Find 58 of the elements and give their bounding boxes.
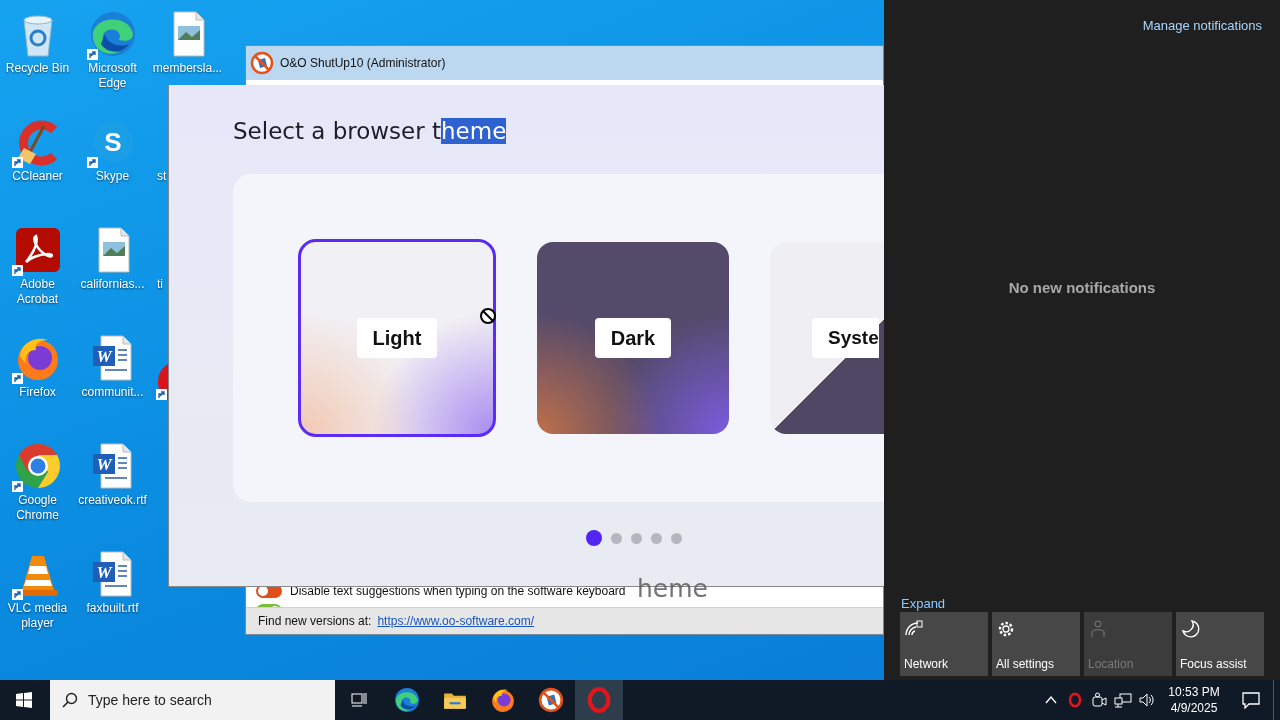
shutup-logo-icon (538, 687, 564, 713)
theme-label: Light (356, 318, 438, 358)
icon-label[interactable]: creativeok.rtf (76, 493, 149, 508)
heading: Select a browser theme (232, 117, 508, 146)
empty-message: No new notifications (1007, 279, 1157, 296)
theme-option[interactable]: Dark (537, 242, 729, 434)
clock[interactable]: 10:53 PM 4/9/2025 (1159, 680, 1229, 720)
icon-label[interactable]: CCleaner (1, 169, 74, 184)
network-icon (1114, 692, 1132, 708)
acrobat-icon (13, 226, 62, 274)
icon-label[interactable]: communit... (76, 385, 149, 400)
shutup-logo-icon (250, 51, 274, 75)
swirl-logo-icon (394, 687, 420, 713)
icon-label[interactable]: Microsoft Edge (76, 61, 149, 91)
speech-bubble-icon (1241, 691, 1261, 709)
theme-label: Dark (594, 318, 672, 358)
manage-notifications-link[interactable]: Manage notifications (1142, 18, 1262, 33)
page-dot[interactable] (586, 530, 602, 546)
quick-action-tile[interactable]: All settings (992, 612, 1080, 676)
settings-icon (996, 619, 1016, 639)
icon-label[interactable]: st (150, 169, 167, 184)
icon-label[interactable]: Firefox (1, 385, 74, 400)
windows-logo-icon (16, 692, 32, 708)
icon-label[interactable]: Skype (76, 169, 149, 184)
theme-option[interactable]: Light (298, 239, 496, 437)
theme-label: Syste (812, 318, 879, 358)
icon-label[interactable]: californias... (76, 277, 149, 292)
icon-label[interactable]: membersla... (151, 61, 224, 76)
volume-icon (1138, 692, 1156, 708)
search-icon (62, 692, 78, 708)
page-dot[interactable] (611, 532, 622, 544)
icon-label[interactable]: faxbuilt.rtf (76, 601, 149, 616)
icon-label[interactable]: VLC media player (1, 601, 74, 631)
chrome-style-icon (13, 442, 62, 490)
unavailable-cursor-icon (479, 307, 497, 325)
page-dot[interactable] (651, 532, 662, 544)
quick-action-tile[interactable]: Network (900, 612, 988, 676)
search-field[interactable]: Type here to search (50, 680, 335, 720)
location-person-icon (1088, 619, 1108, 639)
swirl-logo-icon (88, 10, 137, 58)
icon-label[interactable]: Adobe Acrobat (1, 277, 74, 307)
footer-label: Find new versions at: (258, 614, 372, 628)
theme-option[interactable]: Syste (770, 242, 884, 434)
task-view-icon (350, 691, 368, 709)
o-logo-icon (1068, 692, 1082, 708)
quick-action-tile[interactable]: Focus assist (1176, 612, 1264, 676)
expand-link[interactable]: Expand (884, 596, 946, 611)
camera-icon (1091, 692, 1107, 708)
page-dot[interactable] (631, 532, 642, 544)
moon-icon (1180, 619, 1200, 639)
website-link[interactable]: https://www.oo-software.com/ (377, 614, 535, 628)
page-dot[interactable] (671, 532, 682, 544)
icon-label[interactable]: Recycle Bin (1, 61, 74, 76)
window-title: O&O ShutUp10 (Administrator) (280, 56, 446, 70)
fox-globe-icon (490, 687, 516, 713)
icon-label[interactable]: ti (150, 277, 163, 292)
icon-label[interactable]: Google Chrome (1, 493, 74, 523)
o-logo-icon (586, 687, 612, 713)
